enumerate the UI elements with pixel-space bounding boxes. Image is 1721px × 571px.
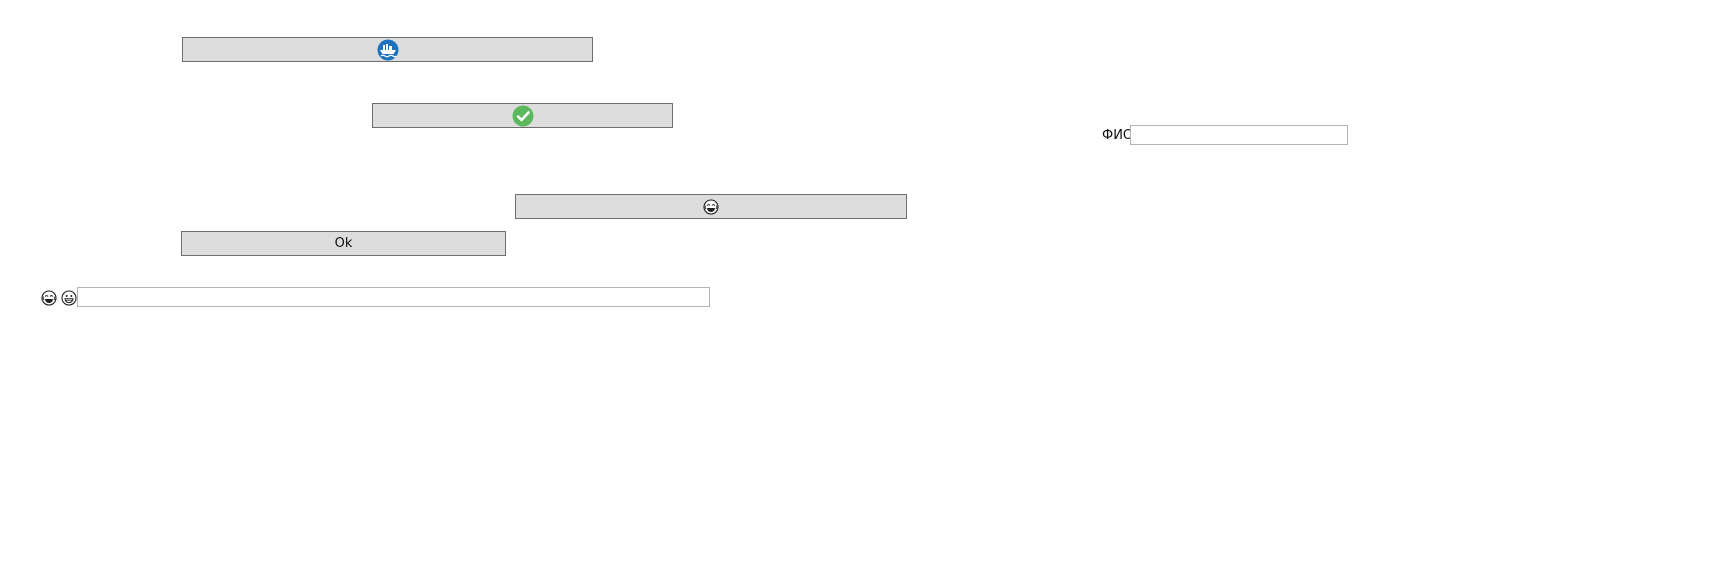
laughing-face-icon: [41, 290, 57, 306]
ship-button[interactable]: [182, 37, 593, 62]
app-window: ФИО Ok: [0, 0, 1721, 571]
emoji-text-input[interactable]: [77, 287, 710, 307]
ok-button[interactable]: Ok: [181, 231, 506, 256]
check-button[interactable]: [372, 103, 673, 128]
fio-label: ФИО: [1102, 128, 1134, 143]
grinning-face-icon: [61, 290, 77, 306]
ok-button-label: Ok: [334, 236, 353, 251]
ship-icon: [377, 39, 399, 61]
check-circle-icon: [512, 105, 534, 127]
laughing-face-icon: [703, 198, 719, 215]
laugh-button[interactable]: [515, 194, 907, 219]
fio-input[interactable]: [1130, 125, 1348, 145]
